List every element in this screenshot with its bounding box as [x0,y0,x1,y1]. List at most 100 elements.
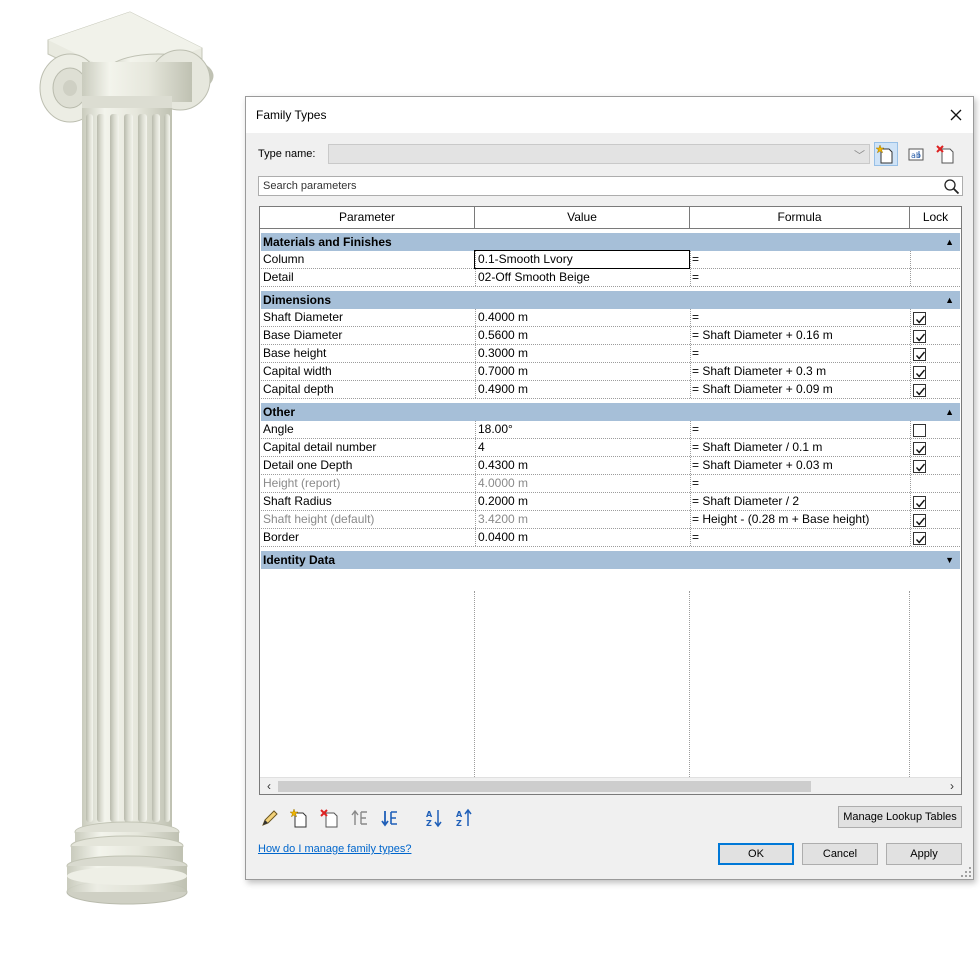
lock-checkbox[interactable] [913,424,926,437]
checkmark-icon [915,445,926,454]
lock-checkbox[interactable] [913,460,926,473]
delete-type-button[interactable] [934,142,958,166]
apply-button[interactable]: Apply [886,843,962,865]
lock-cell [910,327,960,344]
ok-button[interactable]: OK [718,843,794,865]
parameter-formula[interactable]: = Shaft Diameter / 2 [690,493,910,510]
collapse-group-icon[interactable]: ▲ [945,233,954,251]
parameter-row: Capital detail number 4 = Shaft Diameter /… [261,439,960,457]
parameter-value[interactable]: 0.0400 m [475,529,689,546]
parameter-formula[interactable]: = [690,475,910,492]
pencil-icon [262,810,278,826]
manage-lookup-tables-button[interactable]: Manage Lookup Tables [838,806,962,828]
group-header[interactable]: Other ▲ [261,403,960,421]
search-icon[interactable] [943,178,960,195]
parameter-name: Base Diameter [263,328,343,342]
dialog-title: Family Types [256,108,327,122]
sort-descending-icon: A Z [456,808,472,828]
sort-descending-button[interactable]: A Z [453,807,475,829]
scroll-left-icon[interactable]: ‹ [262,779,276,793]
grid-header: Parameter Value Formula Lock [260,207,961,229]
group-header[interactable]: Materials and Finishes ▲ [261,233,960,251]
lock-checkbox[interactable] [913,330,926,343]
parameter-formula[interactable]: = Shaft Diameter + 0.09 m [690,381,910,398]
lock-checkbox[interactable] [913,366,926,379]
lock-checkbox[interactable] [913,514,926,527]
parameter-formula[interactable]: = [690,251,910,268]
search-input[interactable] [261,178,931,194]
parameter-value[interactable]: 0.4900 m [475,381,689,398]
column-header-value[interactable]: Value [475,207,690,228]
parameter-value[interactable]: 0.3000 m [475,345,689,362]
collapse-group-icon[interactable]: ▲ [945,403,954,421]
lock-checkbox[interactable] [913,496,926,509]
parameter-formula[interactable]: = Shaft Diameter + 0.03 m [690,457,910,474]
new-type-button[interactable] [874,142,898,166]
search-parameters-field[interactable] [258,176,963,196]
lock-cell [910,345,960,362]
new-parameter-button[interactable] [289,807,311,829]
close-button[interactable] [943,102,969,128]
close-icon [950,109,962,121]
lock-cell [910,511,960,528]
group-header[interactable]: Identity Data ▼ [261,551,960,569]
parameter-formula[interactable]: = Shaft Diameter + 0.3 m [690,363,910,380]
lock-checkbox[interactable] [913,442,926,455]
parameter-value[interactable]: 0.7000 m [475,363,689,380]
parameter-row: Capital depth 0.4900 m = Shaft Diameter + … [261,381,960,399]
expand-group-icon[interactable]: ▼ [945,551,954,569]
lock-cell [910,421,960,438]
horizontal-scrollbar[interactable]: ‹ › [260,777,961,794]
column-header-formula[interactable]: Formula [690,207,910,228]
parameter-value[interactable]: 0.5600 m [475,327,689,344]
type-name-label: Type name: [258,148,316,160]
resize-grip-icon[interactable] [961,867,971,877]
column-header-parameter[interactable]: Parameter [260,207,475,228]
delete-parameter-button[interactable] [319,807,341,829]
parameter-formula[interactable]: = [690,421,910,438]
svg-text:A: A [426,810,433,819]
parameter-formula[interactable]: = [690,345,910,362]
column-divider [689,591,690,779]
checkmark-icon [915,517,926,526]
lock-checkbox[interactable] [913,384,926,397]
move-up-button[interactable] [349,807,371,829]
parameter-row: Height (report) 4.0000 m = [261,475,960,493]
collapse-group-icon[interactable]: ▲ [945,291,954,309]
lock-checkbox[interactable] [913,532,926,545]
title-bar: Family Types [246,97,973,133]
parameter-formula[interactable]: = Shaft Diameter / 0.1 m [690,439,910,456]
parameter-formula[interactable]: = [690,269,910,286]
parameter-value[interactable]: 0.4000 m [475,309,689,326]
parameter-formula[interactable]: = Height - (0.28 m + Base height) [690,511,910,528]
parameter-name: Shaft Radius [263,494,332,508]
parameter-name: Detail [263,270,294,284]
column-divider [909,591,910,779]
parameter-formula[interactable]: = [690,309,910,326]
lock-checkbox[interactable] [913,348,926,361]
cancel-button[interactable]: Cancel [802,843,878,865]
parameter-row: Base height 0.3000 m = [261,345,960,363]
lock-cell [910,251,960,268]
group-header[interactable]: Dimensions ▲ [261,291,960,309]
checkmark-icon [915,387,926,396]
parameter-value[interactable]: 18.00° [475,421,689,438]
lock-checkbox[interactable] [913,312,926,325]
scroll-thumb[interactable] [278,781,811,792]
help-link[interactable]: How do I manage family types? [258,843,411,855]
scroll-right-icon[interactable]: › [945,779,959,793]
parameter-value[interactable]: 4 [475,439,689,456]
parameter-value[interactable]: 0.1-Smooth Lvory [474,250,690,269]
parameter-value[interactable]: 02-Off Smooth Beige [475,269,689,286]
rename-type-icon: ab [908,148,924,161]
parameter-value[interactable]: 0.4300 m [475,457,689,474]
move-down-button[interactable] [379,807,401,829]
sort-ascending-button[interactable]: A Z [423,807,445,829]
parameter-formula[interactable]: = Shaft Diameter + 0.16 m [690,327,910,344]
column-header-lock[interactable]: Lock [910,207,961,228]
parameter-value[interactable]: 0.2000 m [475,493,689,510]
rename-type-button[interactable]: ab [904,142,928,166]
type-name-dropdown[interactable]: ﹀ [328,144,870,164]
parameter-formula[interactable]: = [690,529,910,546]
edit-parameter-button[interactable] [259,807,281,829]
